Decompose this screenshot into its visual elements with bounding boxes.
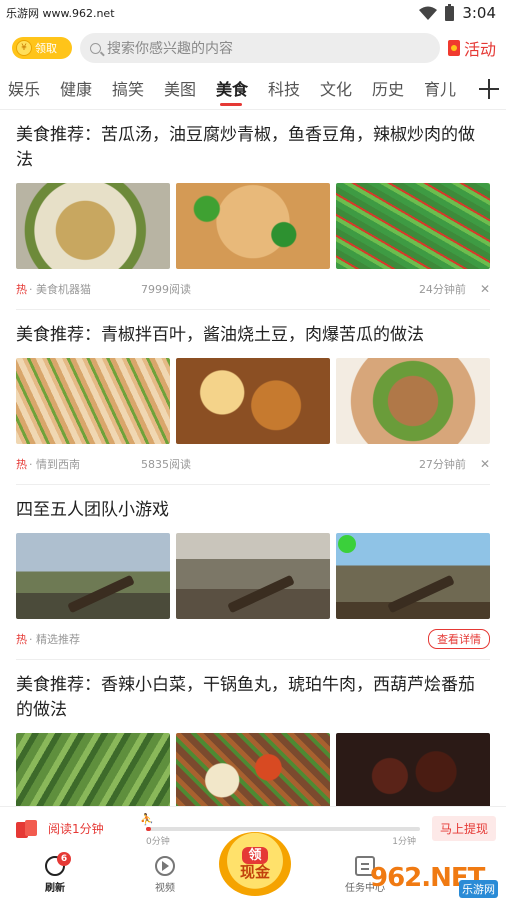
game-screenshot[interactable]: [16, 533, 170, 619]
hot-badge: 热: [16, 283, 27, 296]
article-thumbnail[interactable]: [336, 183, 490, 269]
red-packets-icon: [16, 819, 40, 838]
hot-badge: 热: [16, 633, 27, 646]
progress-start-label: 0分钟: [146, 836, 170, 847]
tab-parenting[interactable]: 育儿: [424, 70, 476, 110]
reading-progress: ⛹ 0分钟 1分钟: [140, 813, 420, 847]
ad-card[interactable]: 四至五人团队小游戏 热 · 精选推荐 查看详情: [16, 485, 490, 660]
ad-thumbnails: [16, 533, 490, 619]
nav-video[interactable]: 视频: [110, 850, 220, 900]
progress-end-label: 1分钟: [392, 836, 416, 847]
article-title[interactable]: 美食推荐：香辣小白菜，干锅鱼丸，琥珀牛肉，西葫芦烩番茄的做法: [16, 673, 490, 723]
status-site-label: 乐游网 www.962.net: [6, 7, 115, 20]
dismiss-icon[interactable]: ✕: [480, 282, 490, 296]
progress-fill: [146, 826, 152, 831]
activity-button[interactable]: 活动: [447, 36, 496, 60]
site-watermark: 962.NET 乐游网: [370, 858, 500, 898]
ad-source: · 精选推荐: [29, 633, 80, 646]
article-thumbnails: [16, 183, 490, 269]
wifi-icon: [419, 6, 438, 20]
rifle-shape: [67, 574, 135, 614]
article-title[interactable]: 美食推荐：青椒拌百叶，酱油烧土豆，肉爆苦瓜的做法: [16, 323, 490, 348]
coin-claim-button[interactable]: ¥ 领取: [12, 37, 72, 59]
green-dot-icon: [338, 535, 356, 553]
rifle-shape: [227, 574, 295, 614]
battery-icon: [445, 3, 455, 21]
status-bar: 乐游网 www.962.net 3:04: [0, 0, 506, 26]
coin-claim-label: 领取: [35, 42, 57, 55]
article-time: 27分钟前: [418, 458, 466, 471]
nav-refresh[interactable]: 6 刷新: [0, 850, 110, 900]
search-icon: [90, 42, 101, 54]
article-source: · 美食机器猫: [29, 283, 91, 296]
search-input[interactable]: 搜索你感兴趣的内容: [80, 33, 440, 63]
runner-icon: ⛹: [140, 812, 154, 826]
ad-meta: 热 · 精选推荐 查看详情: [16, 619, 490, 659]
tab-entertainment[interactable]: 娱乐: [8, 70, 60, 110]
article-card[interactable]: 美食推荐：青椒拌百叶，酱油烧土豆，肉爆苦瓜的做法 热 · 情到西南 5835阅读…: [16, 310, 490, 485]
activity-label: 活动: [463, 40, 496, 59]
article-thumbnail[interactable]: [176, 183, 330, 269]
claim-cash-button[interactable]: 领 现金: [219, 832, 291, 896]
nav-refresh-label: 刷新: [45, 883, 65, 894]
tab-tech[interactable]: 科技: [268, 70, 320, 110]
tab-funny[interactable]: 搞笑: [112, 70, 164, 110]
article-thumbnail[interactable]: [336, 358, 490, 444]
red-packet-icon: [447, 40, 460, 56]
article-card[interactable]: 美食推荐：香辣小白菜，干锅鱼丸，琥珀牛肉，西葫芦烩番茄的做法: [16, 660, 490, 819]
view-details-button[interactable]: 查看详情: [428, 629, 490, 649]
article-reads: 7999阅读: [141, 283, 191, 296]
tab-culture[interactable]: 文化: [320, 70, 372, 110]
article-time: 24分钟前: [418, 283, 466, 296]
tab-history[interactable]: 历史: [372, 70, 424, 110]
ad-title[interactable]: 四至五人团队小游戏: [16, 498, 490, 523]
article-thumbnails: [16, 358, 490, 444]
article-meta: 热 · 美食机器猫 7999阅读 24分钟前 ✕: [16, 269, 490, 309]
nav-video-label: 视频: [155, 883, 175, 894]
tab-pictures[interactable]: 美图: [164, 70, 216, 110]
article-card[interactable]: 美食推荐：苦瓜汤，油豆腐炒青椒，鱼香豆角，辣椒炒肉的做法 热 · 美食机器猫 7…: [16, 110, 490, 310]
tab-food[interactable]: 美食: [216, 70, 268, 110]
article-title[interactable]: 美食推荐：苦瓜汤，油豆腐炒青椒，鱼香豆角，辣椒炒肉的做法: [16, 123, 490, 173]
dismiss-icon[interactable]: ✕: [480, 457, 490, 471]
search-placeholder: 搜索你感兴趣的内容: [107, 41, 233, 57]
coin-icon: ¥: [16, 40, 32, 56]
watermark-caption: 乐游网: [459, 880, 498, 898]
article-thumbnail[interactable]: [16, 183, 170, 269]
header: ¥ 领取 搜索你感兴趣的内容 活动: [0, 26, 506, 70]
refresh-icon: 6: [45, 852, 71, 876]
game-screenshot[interactable]: [336, 533, 490, 619]
refresh-badge: 6: [57, 852, 71, 866]
hot-badge: 热: [16, 458, 27, 471]
category-tabs: 娱乐 健康 搞笑 美图 美食 科技 文化 历史 育儿: [0, 70, 506, 110]
progress-track: [146, 826, 420, 831]
reading-task-label: 阅读1分钟: [48, 822, 104, 836]
bow-shape: [387, 574, 455, 614]
add-tab-icon[interactable]: [478, 78, 500, 100]
claim-cash-label: 现金: [239, 863, 270, 881]
article-meta: 热 · 情到西南 5835阅读 27分钟前 ✕: [16, 444, 490, 484]
status-right: 3:04: [419, 3, 496, 22]
game-screenshot[interactable]: [176, 533, 330, 619]
article-thumbnail[interactable]: [16, 358, 170, 444]
tab-health[interactable]: 健康: [60, 70, 112, 110]
withdraw-button[interactable]: 马上提现: [431, 816, 496, 841]
claim-cash-top: 领: [242, 847, 268, 864]
article-thumbnail[interactable]: [176, 358, 330, 444]
status-time: 3:04: [462, 4, 496, 22]
video-icon: [155, 856, 175, 876]
article-source: · 情到西南: [29, 458, 80, 471]
news-feed: 美食推荐：苦瓜汤，油豆腐炒青椒，鱼香豆角，辣椒炒肉的做法 热 · 美食机器猫 7…: [0, 110, 506, 819]
article-reads: 5835阅读: [141, 458, 191, 471]
